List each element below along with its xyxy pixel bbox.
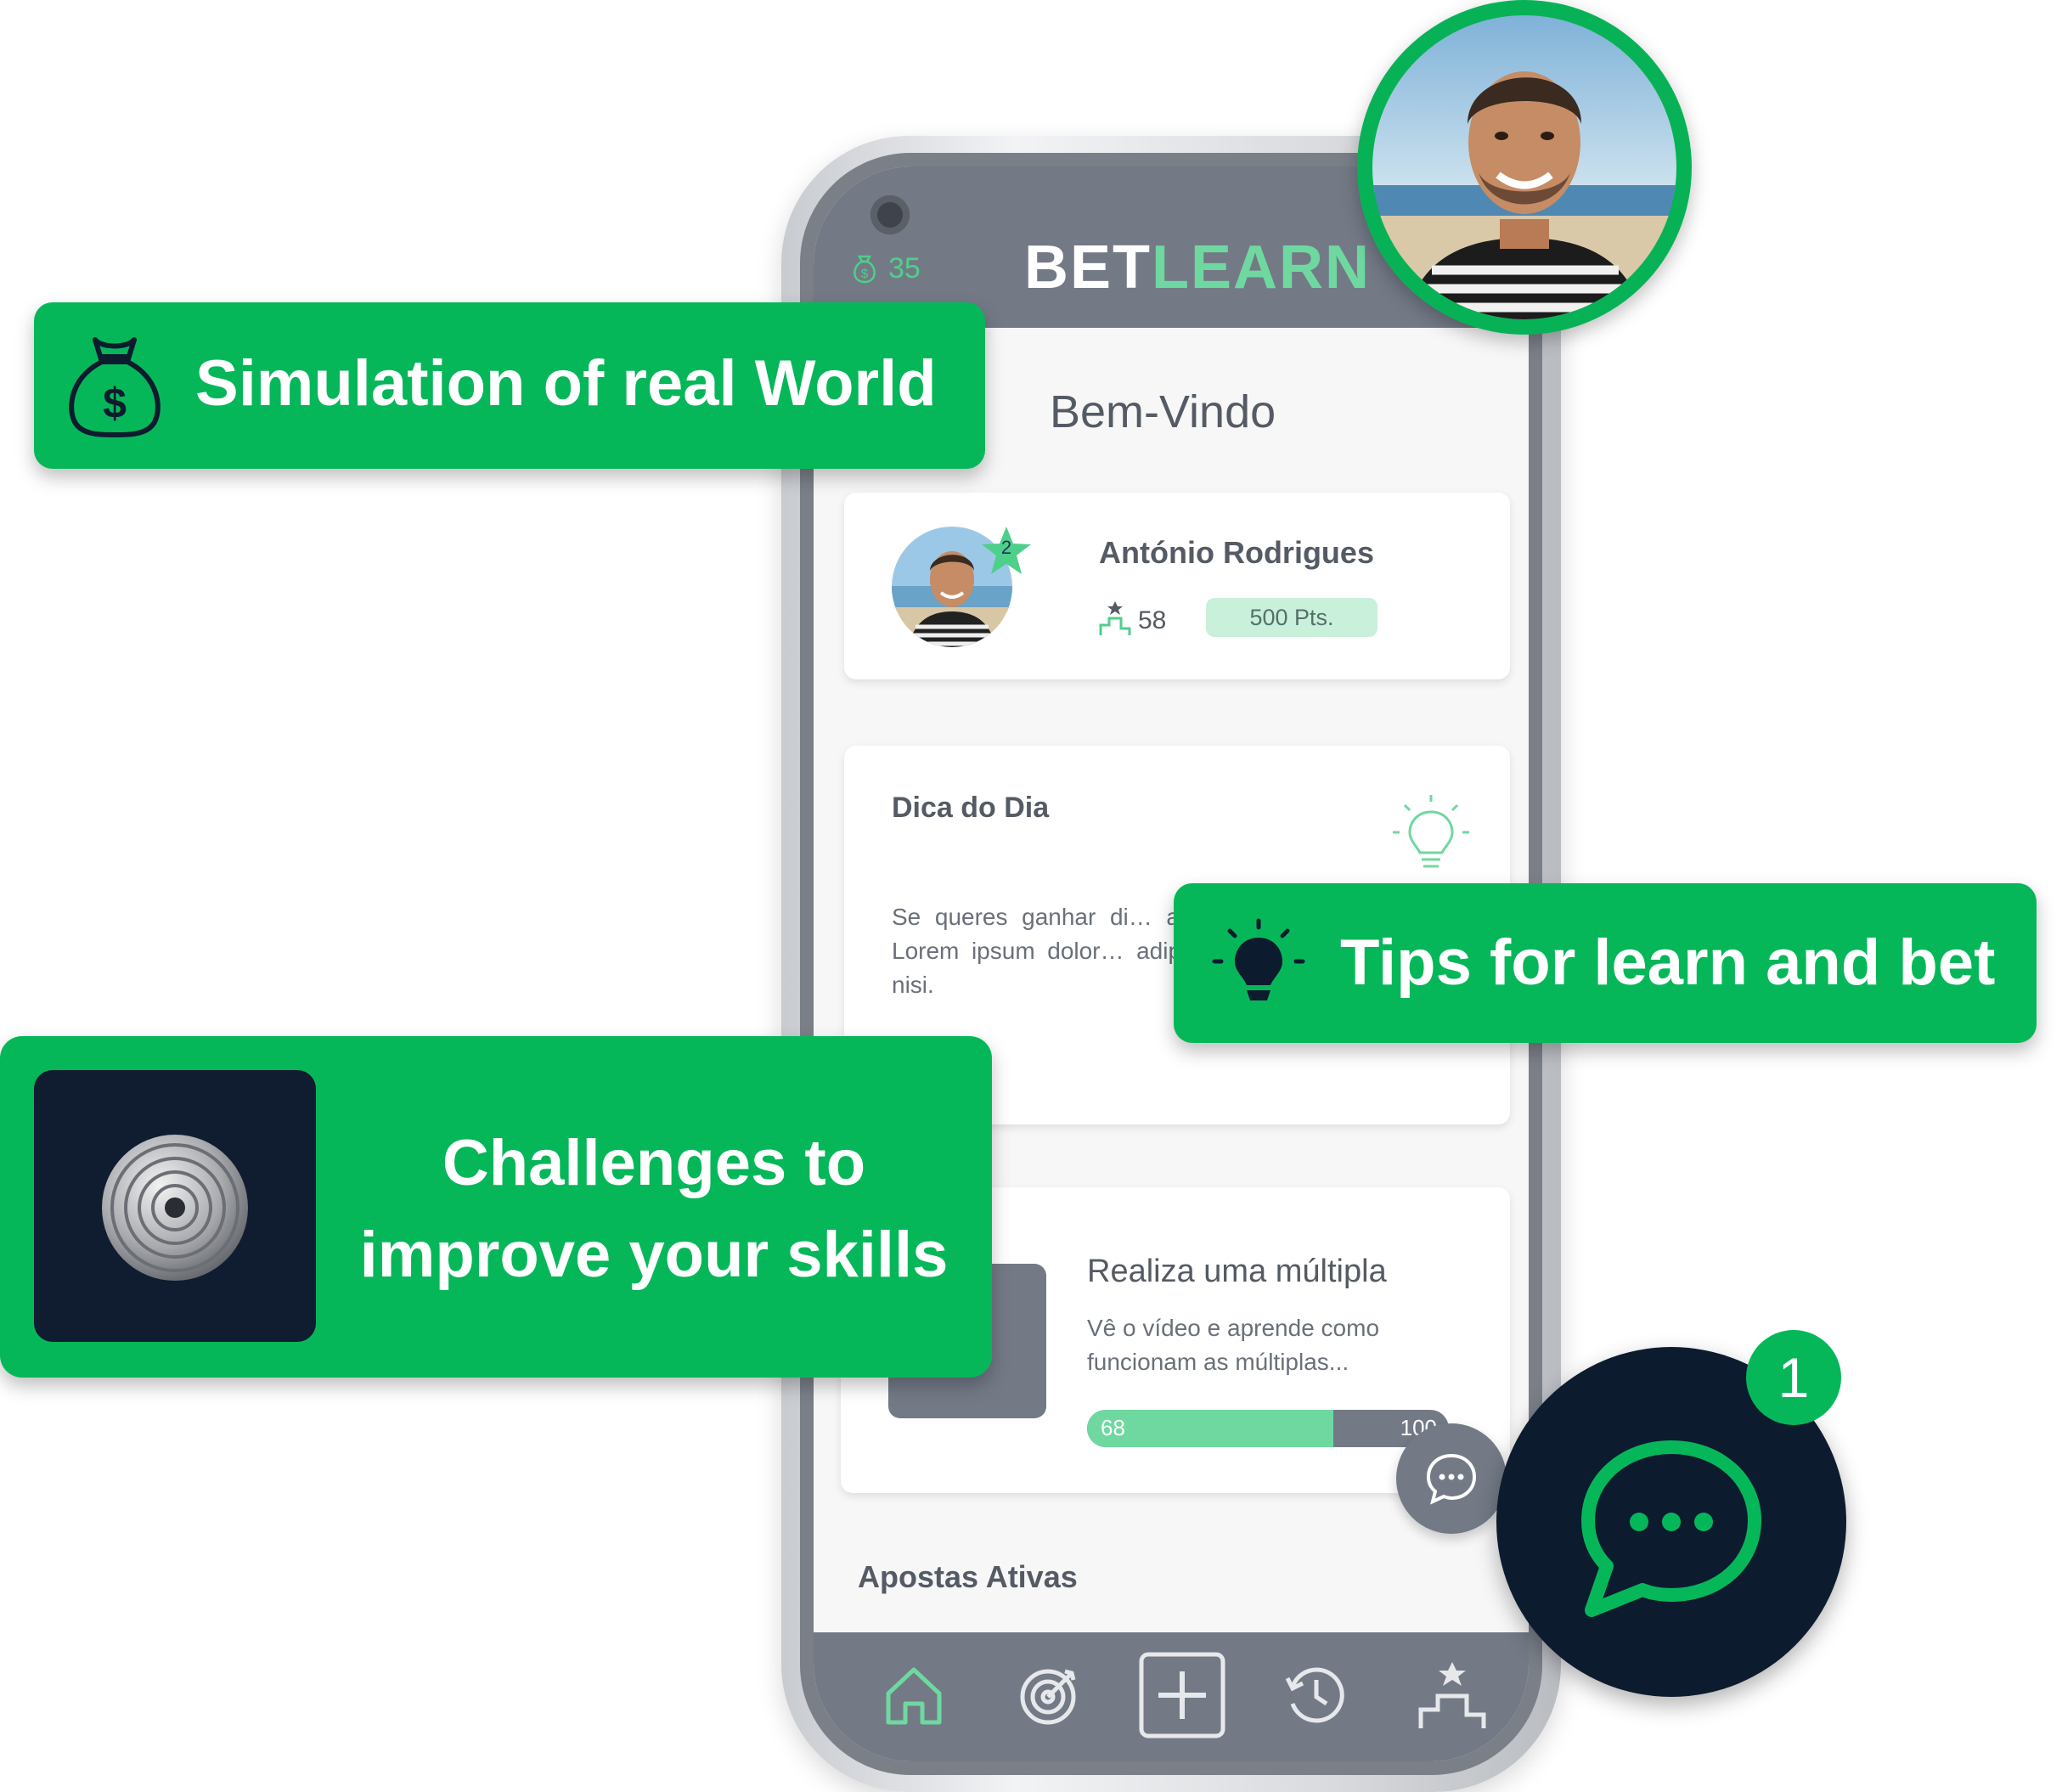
- ranking-icon[interactable]: [1408, 1651, 1496, 1739]
- logo-bet: BET: [1024, 234, 1152, 301]
- profile-avatar-large: [1357, 0, 1692, 335]
- target-icon[interactable]: [1006, 1651, 1094, 1739]
- notification-badge: 1: [1746, 1330, 1841, 1425]
- coin-count: 35: [888, 251, 921, 285]
- chat-button[interactable]: [1396, 1423, 1507, 1534]
- feature-banner-tips: Tips for learn and bet: [1174, 883, 2037, 1043]
- challenge-description: Vê o vídeo e aprende como funcionam as m…: [1087, 1315, 1380, 1375]
- challenge-progress-bar: 68 100: [1087, 1410, 1449, 1447]
- user-name: António Rodrigues: [1099, 535, 1374, 570]
- ranking-icon: [1099, 601, 1131, 635]
- feature-banner-simulation: $ Simulation of real World: [34, 302, 985, 469]
- banner-simulation-text: Simulation of real World: [195, 347, 937, 420]
- profile-card[interactable]: 2 António Rodrigues 58 500 Pts.: [844, 493, 1510, 679]
- camera-icon: [870, 195, 910, 234]
- svg-text:$: $: [861, 267, 869, 281]
- progress-value: 68: [1101, 1415, 1125, 1440]
- challenge-title: Realiza uma múltipla: [1087, 1254, 1387, 1289]
- svg-text:$: $: [103, 380, 127, 427]
- level-star-icon: 2: [980, 525, 1033, 578]
- page-title: Bem-Vindo: [1050, 386, 1276, 437]
- banner-tips-text: Tips for learn and bet: [1340, 927, 1996, 999]
- avatar-photo: [1372, 15, 1676, 319]
- section-title-active-bets: Apostas Ativas: [858, 1559, 1078, 1594]
- points-badge: 500 Pts.: [1206, 598, 1377, 637]
- tip-title: Dica do Dia: [892, 792, 1050, 824]
- logo-learn: LEARN: [1152, 234, 1371, 301]
- money-bag-icon: $: [854, 255, 876, 284]
- home-icon[interactable]: [870, 1651, 958, 1739]
- challenge-badge-image: [34, 1070, 316, 1342]
- coin-balance[interactable]: $ 35: [848, 250, 921, 287]
- history-icon[interactable]: [1272, 1651, 1361, 1739]
- lightbulb-icon: [1393, 795, 1469, 868]
- rank-value: 58: [1138, 606, 1167, 634]
- bottom-nav: [814, 1632, 1529, 1761]
- chat-icon: [1426, 1453, 1477, 1505]
- level-number: 2: [1000, 537, 1012, 558]
- plus-icon[interactable]: [1138, 1651, 1226, 1739]
- money-bag-icon: $: [69, 337, 161, 437]
- app-logo: BETLEARN: [1024, 233, 1371, 302]
- feature-banner-challenges: Challenges to improve your skills: [0, 1036, 992, 1378]
- banner-challenges-text: Challenges to improve your skills: [359, 1127, 949, 1291]
- lightbulb-icon: [1212, 918, 1305, 1000]
